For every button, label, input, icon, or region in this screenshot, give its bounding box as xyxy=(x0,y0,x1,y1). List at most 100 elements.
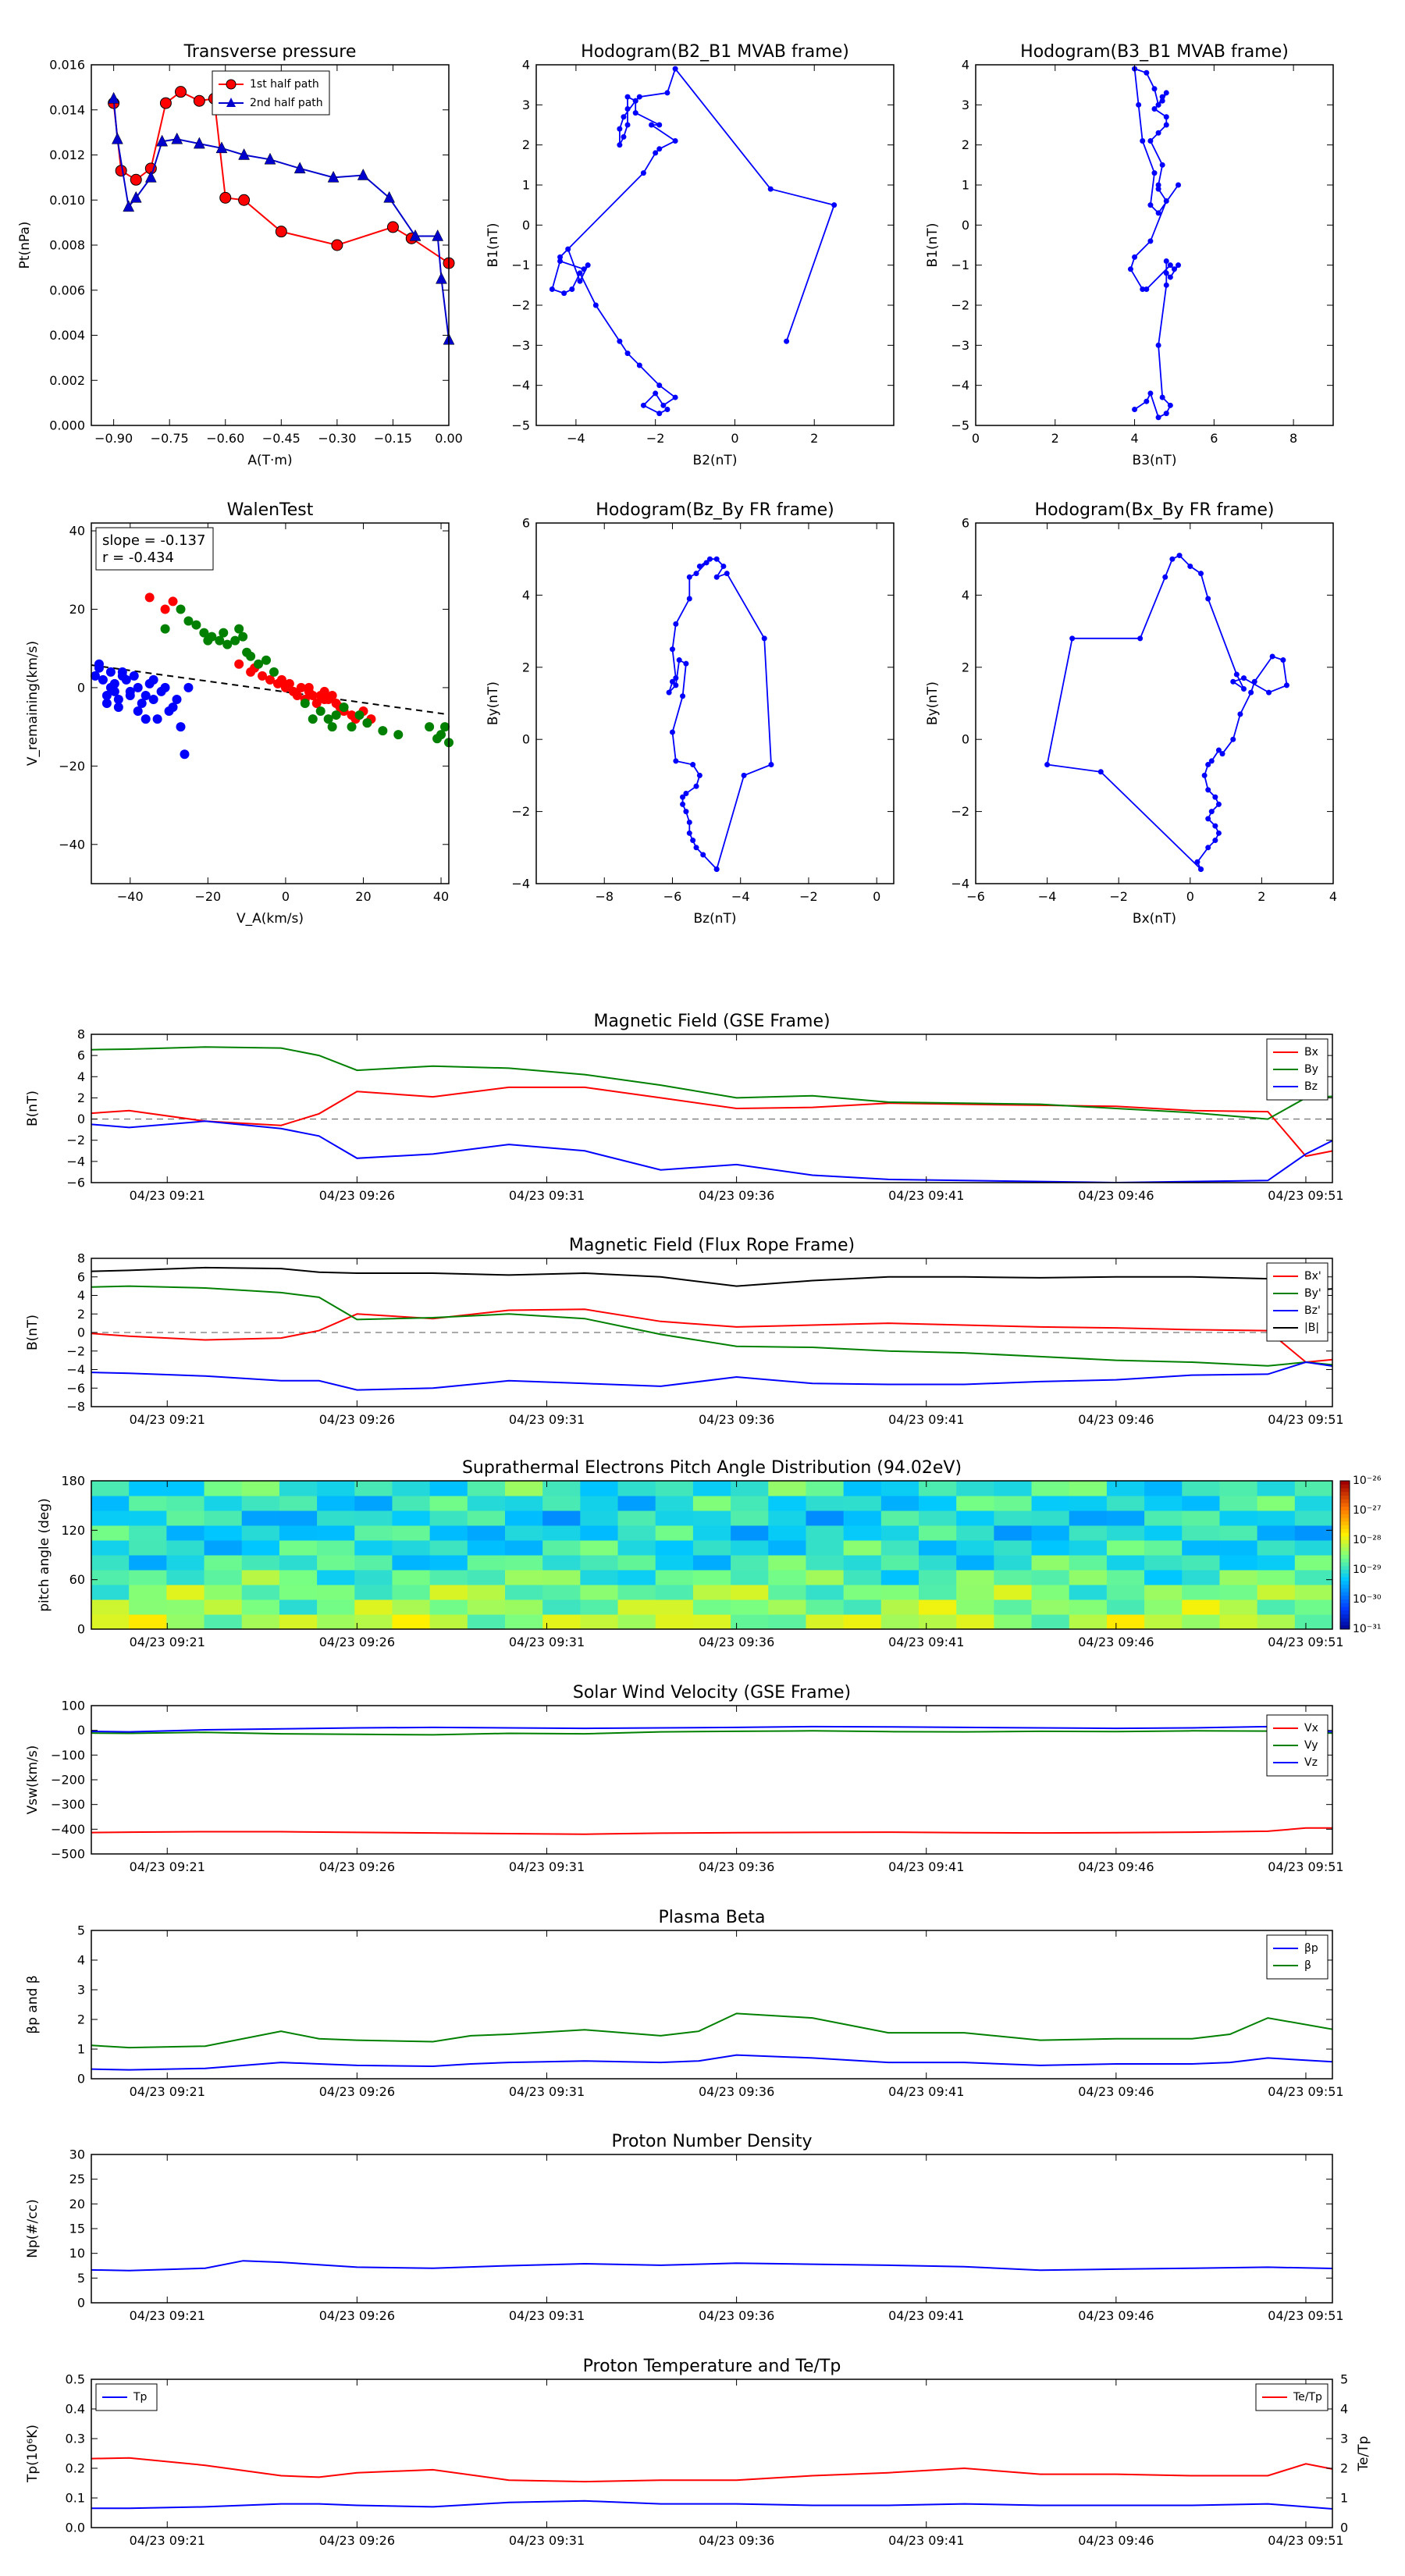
colorbar-cell xyxy=(1340,1503,1350,1507)
heatmap-cell xyxy=(279,1481,318,1496)
heatmap-cell xyxy=(919,1525,957,1541)
heatmap-cell xyxy=(467,1570,506,1585)
heatmap-cell xyxy=(166,1540,205,1556)
y-tick-label: 6 xyxy=(522,516,530,531)
data-point xyxy=(133,682,143,692)
heatmap-cell xyxy=(1182,1540,1220,1556)
heatmap-cell xyxy=(392,1555,431,1571)
heatmap-cell xyxy=(1294,1481,1333,1496)
data-point xyxy=(672,138,678,144)
data-point xyxy=(656,411,663,417)
y-tick-label: 0.1 xyxy=(66,2491,85,2506)
data-point xyxy=(557,254,564,260)
heatmap-cell xyxy=(1069,1481,1108,1496)
y-axis-label: βp and β xyxy=(25,1975,41,2033)
y-tick-label: −4 xyxy=(511,378,530,393)
heatmap-cell xyxy=(806,1510,845,1526)
heatmap-cell xyxy=(1069,1496,1108,1511)
heatmap-cell xyxy=(1106,1570,1145,1585)
heatmap-cell xyxy=(279,1525,318,1541)
y-tick-label-right: 3 xyxy=(1340,2432,1348,2446)
heatmap-cell xyxy=(317,1510,355,1526)
heatmap-cell xyxy=(279,1599,318,1615)
data-point xyxy=(1159,394,1165,400)
data-point xyxy=(1147,202,1154,208)
legend-box xyxy=(1266,1934,1329,1980)
colorbar-cell xyxy=(1340,1566,1350,1571)
y-tick-label: 4 xyxy=(962,58,969,73)
y-tick-label: −2 xyxy=(951,298,969,313)
data-point xyxy=(1233,671,1240,678)
chart-title: Plasma Beta xyxy=(659,1908,766,1927)
heatmap-cell xyxy=(392,1585,431,1600)
heatmap-cell xyxy=(956,1555,994,1571)
data-point xyxy=(569,286,575,292)
x-tick-label: −20 xyxy=(194,889,221,904)
data-point xyxy=(617,338,623,344)
heatmap-cell xyxy=(994,1481,1033,1496)
y-tick-label: 0 xyxy=(522,732,530,747)
data-point xyxy=(109,686,119,696)
data-point xyxy=(1163,411,1169,417)
x-tick-label: −8 xyxy=(595,889,614,904)
heatmap-cell xyxy=(956,1599,994,1615)
heatmap-cell xyxy=(880,1540,919,1556)
x-axis-label: V_A(km/s) xyxy=(237,911,304,927)
y-tick-label: −2 xyxy=(511,804,530,819)
heatmap-cell xyxy=(580,1585,619,1600)
heatmap-cell xyxy=(768,1614,806,1630)
heatmap-cell xyxy=(467,1510,506,1526)
colorbar-cell xyxy=(1340,1617,1350,1622)
data-point xyxy=(148,694,158,704)
heatmap-cell xyxy=(317,1525,355,1541)
data-point xyxy=(1132,254,1138,260)
heatmap-cell xyxy=(166,1599,205,1615)
data-point xyxy=(693,571,699,577)
y-axis-label: By(nT) xyxy=(486,681,501,725)
data-point xyxy=(193,94,205,107)
heatmap-cell xyxy=(1182,1599,1220,1615)
data-point xyxy=(1205,787,1211,793)
heatmap-cell xyxy=(806,1614,845,1630)
data-point xyxy=(1205,845,1211,851)
heatmap-cell xyxy=(1257,1525,1296,1541)
x-tick-label: 04/23 09:36 xyxy=(699,1859,774,1874)
heatmap-cell xyxy=(317,1496,355,1511)
data-point xyxy=(585,262,591,269)
heatmap-cell xyxy=(919,1599,957,1615)
figure: 0.0000.0020.0040.0060.0080.0100.0120.014… xyxy=(0,0,1405,2576)
data-point xyxy=(664,90,670,96)
colorbar-cell xyxy=(1340,1614,1350,1619)
heatmap-cell xyxy=(1069,1599,1108,1615)
colorbar-label: 10⁻²⁶ xyxy=(1353,1475,1382,1487)
y-tick-label: 0.008 xyxy=(49,238,85,253)
heatmap-cell xyxy=(731,1510,769,1526)
heatmap-cell xyxy=(1182,1585,1220,1600)
legend-label: By' xyxy=(1304,1287,1321,1300)
y-tick-label: −6 xyxy=(66,1176,85,1190)
heatmap-cell xyxy=(166,1585,205,1600)
colorbar-label: 10⁻³¹ xyxy=(1353,1623,1381,1635)
colorbar-cell xyxy=(1340,1517,1350,1522)
heatmap-cell xyxy=(392,1599,431,1615)
colorbar-cell xyxy=(1340,1596,1350,1600)
data-point xyxy=(115,165,127,177)
heatmap-cell xyxy=(919,1510,957,1526)
chart-title: Proton Number Density xyxy=(612,2132,813,2151)
heatmap-cell xyxy=(580,1496,619,1511)
colorbar-cell xyxy=(1340,1481,1350,1485)
heatmap-cell xyxy=(542,1525,581,1541)
y-tick-label: −4 xyxy=(66,1154,85,1169)
data-point xyxy=(1215,801,1222,807)
heatmap-cell xyxy=(129,1585,167,1600)
heatmap-cell xyxy=(1144,1481,1183,1496)
data-point xyxy=(621,133,627,140)
x-tick-label: 04/23 09:46 xyxy=(1078,1635,1154,1649)
data-point xyxy=(1155,342,1161,348)
heatmap-cell xyxy=(617,1570,656,1585)
heatmap-cell xyxy=(354,1555,393,1571)
heatmap-cell xyxy=(617,1525,656,1541)
heatmap-cell xyxy=(692,1510,731,1526)
colorbar-cell xyxy=(1340,1570,1350,1574)
data-point xyxy=(300,699,310,708)
